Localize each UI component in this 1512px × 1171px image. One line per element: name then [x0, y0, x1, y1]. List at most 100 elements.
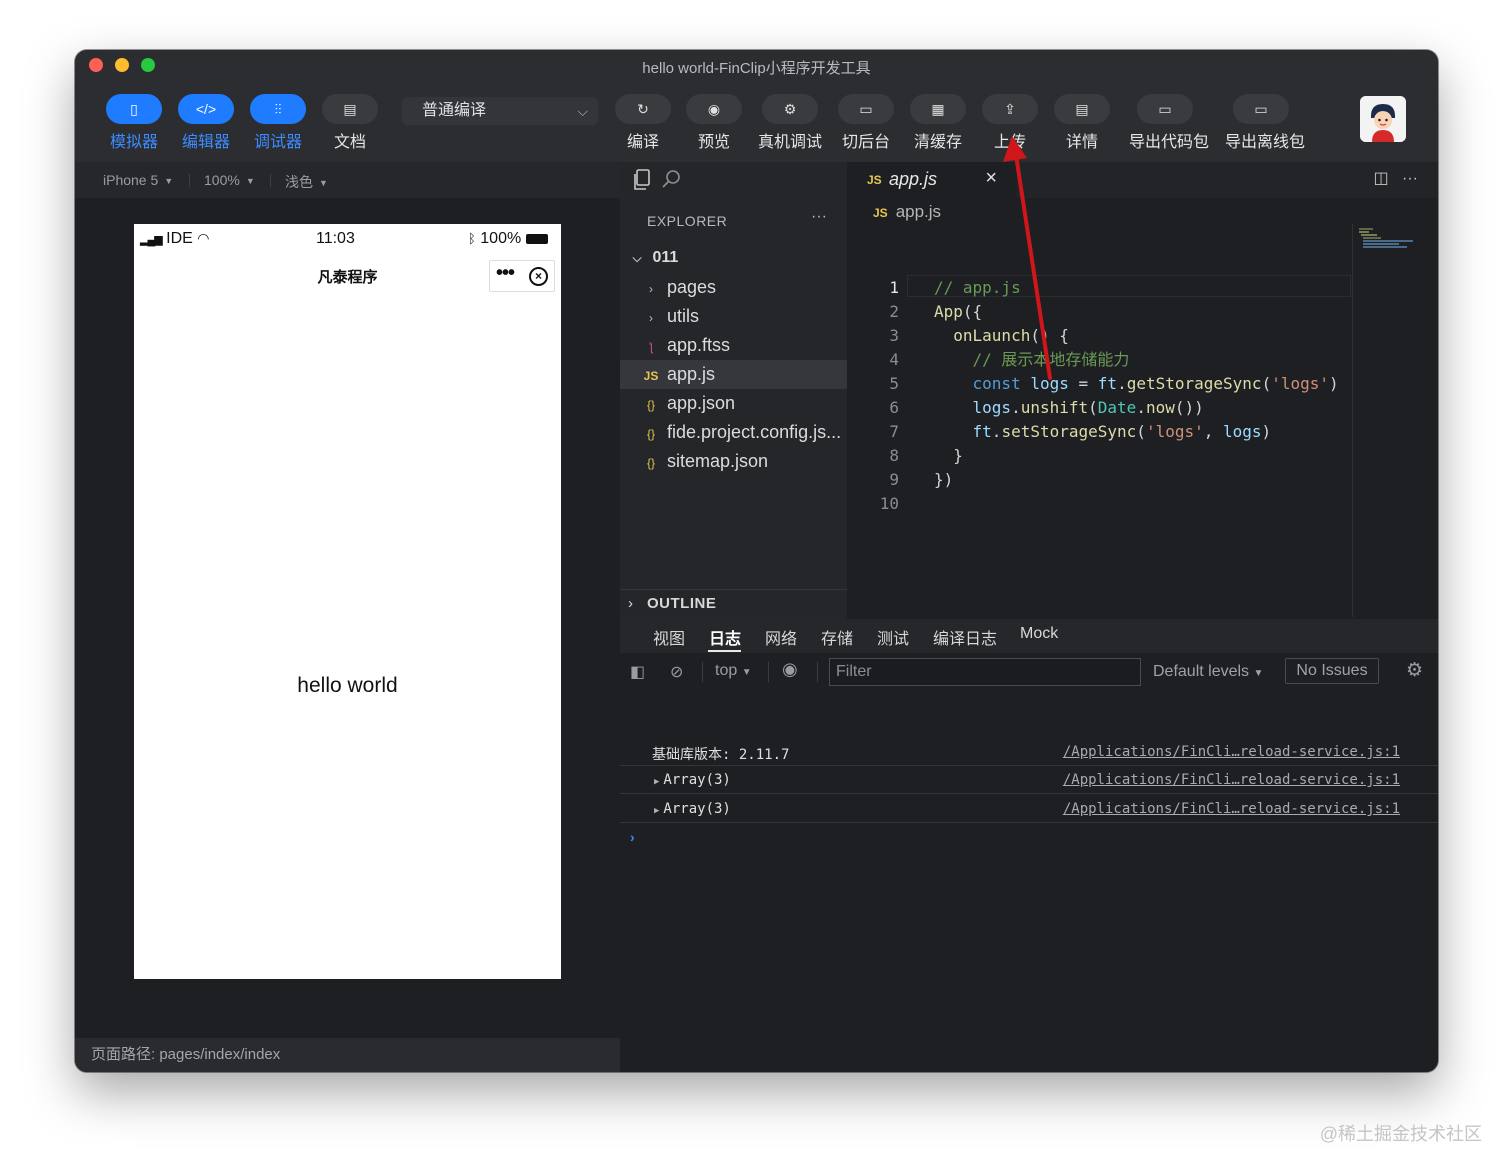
clear-console-icon[interactable]: ⊘ — [670, 662, 683, 682]
console-source-link[interactable]: /Applications/FinCli…reload-service.js:1 — [1063, 744, 1400, 760]
compile-mode-value: 普通编译 — [422, 102, 487, 119]
docs-button[interactable]: ▤ 文档 — [314, 94, 386, 152]
project-folder[interactable]: ⌵ 011 — [620, 243, 847, 272]
expand-caret-icon[interactable]: ▶ — [654, 806, 659, 816]
debugger-toggle[interactable]: ⫶⫶ 调试器 — [242, 94, 314, 152]
console-source-link[interactable]: /Applications/FinCli…reload-service.js:1 — [1063, 801, 1400, 817]
details-button[interactable]: ▤ 详情 — [1046, 94, 1118, 152]
issues-button[interactable]: No Issues — [1285, 658, 1379, 684]
console-prompt[interactable]: › — [630, 829, 635, 845]
js-file-icon: JS — [643, 369, 659, 383]
chevron-down-icon: ⌵ — [632, 251, 642, 265]
code-line[interactable]: 8 } — [847, 444, 1351, 468]
context-value: top — [715, 662, 738, 679]
explorer-top-bar — [620, 162, 847, 200]
window-title: hello world-FinClip小程序开发工具 — [642, 60, 871, 77]
more-icon[interactable]: ··· — [1402, 170, 1418, 187]
tab-storage[interactable]: 存储 — [821, 625, 853, 649]
search-icon[interactable] — [661, 169, 681, 189]
clear-cache-button[interactable]: ▦ 清缓存 — [902, 94, 974, 152]
minimap-line — [1359, 231, 1369, 233]
caret-down-icon: ▼ — [245, 176, 255, 187]
editor-label: 编辑器 — [181, 134, 230, 151]
code-line[interactable]: 6 logs.unshift(Date.now()) — [847, 396, 1351, 420]
tab-network[interactable]: 网络 — [765, 625, 797, 649]
code-line[interactable]: 1// app.js — [847, 276, 1351, 300]
devtools-panel: 视图 日志 网络 存储 测试 编译日志 Mock ◧ ⊘ top ▼ ◉ Fil… — [620, 619, 1438, 1072]
status-time: 11:03 — [316, 230, 355, 247]
breadcrumb[interactable]: JS app.js — [873, 202, 941, 222]
tab-log[interactable]: 日志 — [709, 625, 741, 649]
tab-compile-log[interactable]: 编译日志 — [933, 625, 997, 649]
code-line[interactable]: 10 — [847, 492, 1351, 516]
line-number: 4 — [889, 350, 899, 369]
minimap[interactable] — [1352, 224, 1418, 617]
editor-actions: ◫ ··· — [1374, 168, 1418, 188]
zoom-select[interactable]: 100% ▼ — [204, 172, 255, 188]
background-icon: ▭ — [838, 94, 894, 124]
more-icon[interactable]: ··· — [811, 208, 827, 226]
remote-debug-button[interactable]: ⚙ 真机调试 — [754, 94, 826, 152]
console-filter-input[interactable]: Filter — [829, 658, 1141, 686]
more-icon[interactable]: ••• — [496, 262, 515, 285]
console-row[interactable]: ▶ Array(3) /Applications/FinCli…reload-se… — [620, 766, 1438, 794]
filter-placeholder: Filter — [836, 663, 872, 680]
tree-item-app-ftss[interactable]: ƪ app.ftss — [620, 331, 847, 360]
tree-item-utils[interactable]: › utils — [620, 302, 847, 331]
close-icon[interactable]: × — [529, 267, 548, 286]
tree-item-pages[interactable]: › pages — [620, 273, 847, 302]
wifi-icon: ◠ — [197, 230, 210, 246]
context-select[interactable]: top ▼ — [715, 662, 752, 680]
code-line[interactable]: 2 App({ — [847, 300, 1351, 324]
theme-select[interactable]: 浅色 ▼ — [285, 172, 328, 192]
compile-button[interactable]: ↻ 编译 — [607, 94, 679, 152]
page-content-text: hello world — [297, 674, 398, 697]
upload-button[interactable]: ⇪ 上传 — [974, 94, 1046, 152]
user-avatar[interactable] — [1360, 96, 1406, 142]
console-message: 基础库版本: 2.11.7 — [652, 747, 790, 763]
chevron-down-icon: ⌵ — [577, 103, 588, 119]
gear-icon[interactable]: ⚙ — [1406, 659, 1423, 682]
sidebar-toggle-icon[interactable]: ◧ — [630, 662, 645, 682]
minimap-line — [1359, 228, 1373, 230]
export-offline-button[interactable]: ▭ 导出离线包 — [1225, 94, 1305, 152]
code-line[interactable]: 3 onLaunch() { — [847, 324, 1351, 348]
files-icon[interactable] — [632, 169, 652, 191]
tree-item-app-json[interactable]: {} app.json — [620, 389, 847, 418]
code-line[interactable]: 9}) — [847, 468, 1351, 492]
clear-cache-label: 清缓存 — [913, 134, 962, 151]
tree-item-app-js[interactable]: JS app.js — [620, 360, 847, 389]
expand-caret-icon[interactable]: ▶ — [654, 777, 659, 787]
tab-app-js[interactable]: JS app.js × — [847, 162, 1017, 198]
tab-test[interactable]: 测试 — [877, 625, 909, 649]
preview-button[interactable]: ◉ 预览 — [678, 94, 750, 152]
tab-view[interactable]: 视图 — [653, 625, 685, 649]
code-line[interactable]: 4 // 展示本地存储能力 — [847, 348, 1351, 372]
minimap-line — [1363, 246, 1407, 248]
code-line[interactable]: 5 const logs = ft.getStorageSync('logs') — [847, 372, 1351, 396]
console-row[interactable]: ▶ Array(3) /Applications/FinCli…reload-se… — [620, 795, 1438, 823]
compile-mode-select[interactable]: 普通编译 ⌵ — [402, 97, 598, 125]
background-button[interactable]: ▭ 切后台 — [830, 94, 902, 152]
code-line[interactable]: 7 ft.setStorageSync('logs', logs) — [847, 420, 1351, 444]
eye-icon[interactable]: ◉ — [782, 659, 798, 680]
console-row[interactable]: 基础库版本: 2.11.7 /Applications/FinCli…reloa… — [620, 738, 1438, 766]
tree-item-sitemap[interactable]: {} sitemap.json — [620, 447, 847, 476]
close-icon[interactable]: × — [985, 167, 997, 190]
log-levels-select[interactable]: Default levels ▼ — [1153, 663, 1263, 681]
minimap-line — [1361, 234, 1377, 236]
document-icon: ▤ — [322, 94, 378, 124]
simulator-toggle[interactable]: ▯ 模拟器 — [98, 94, 170, 152]
editor-toggle[interactable]: </> 编辑器 — [170, 94, 242, 152]
device-select[interactable]: iPhone 5 ▼ — [103, 172, 173, 188]
minimap-line — [1363, 237, 1381, 239]
console-source-link[interactable]: /Applications/FinCli…reload-service.js:1 — [1063, 772, 1400, 788]
zoom-value: 100% — [204, 172, 240, 188]
eye-icon: ◉ — [686, 94, 742, 124]
export-code-button[interactable]: ▭ 导出代码包 — [1129, 94, 1209, 152]
tab-mock[interactable]: Mock — [1020, 625, 1058, 643]
phone-icon: ▯ — [106, 94, 162, 124]
outline-section[interactable]: › OUTLINE — [620, 589, 847, 619]
tree-item-project-config[interactable]: {} fide.project.config.js... — [620, 418, 847, 447]
split-editor-icon[interactable]: ◫ — [1374, 170, 1389, 187]
